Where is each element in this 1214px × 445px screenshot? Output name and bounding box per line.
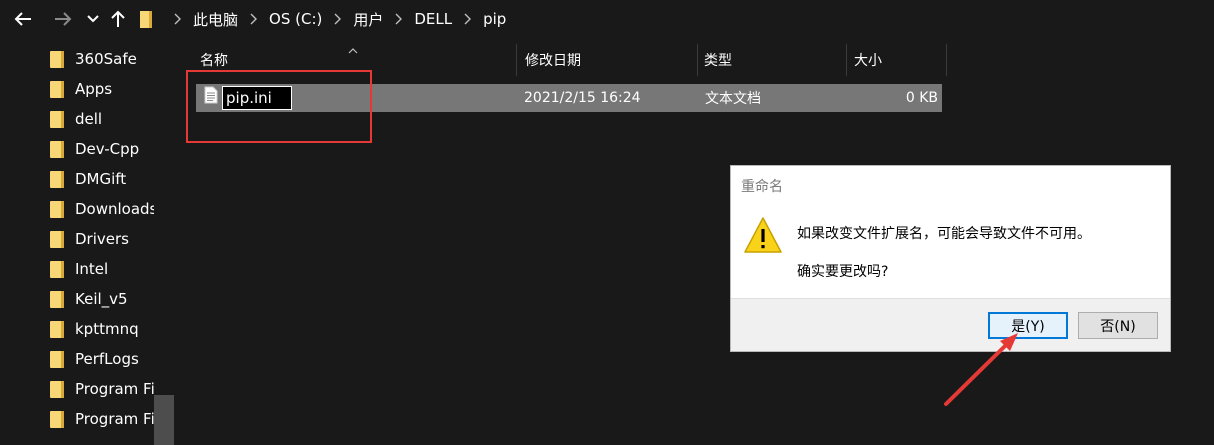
sidebar-item-dmgift[interactable]: DMGift (50, 164, 170, 194)
folder-icon (50, 230, 64, 248)
sidebar-item-dell[interactable]: dell (50, 104, 170, 134)
file-size: 0 KB (905, 90, 938, 106)
sidebar-item-apps[interactable]: Apps (50, 74, 170, 104)
navigation-pane: 360Safe Apps dell Dev-Cpp DMGift Downloa… (0, 38, 174, 445)
chevron-right-icon (464, 13, 472, 25)
chevron-right-icon (334, 13, 342, 25)
breadcrumb-dell[interactable]: DELL (414, 10, 452, 28)
column-header-modified[interactable]: 修改日期 (517, 44, 697, 76)
chevron-right-icon (250, 13, 258, 25)
column-header-type[interactable]: 类型 (696, 44, 846, 76)
column-divider[interactable] (946, 44, 947, 76)
folder-icon (50, 170, 64, 188)
arrow-left-icon (14, 12, 31, 26)
sidebar-item-keil-v5[interactable]: Keil_v5 (50, 284, 170, 314)
sidebar-item-label: Keil_v5 (75, 290, 128, 308)
forward-button[interactable] (50, 6, 76, 32)
sidebar-item-label: Dev-Cpp (75, 140, 140, 158)
recent-locations-button[interactable] (84, 6, 102, 32)
yes-button[interactable]: 是(Y) (988, 312, 1068, 339)
folder-icon (50, 290, 64, 308)
breadcrumb-users[interactable]: 用户 (353, 9, 383, 30)
folder-icon (50, 410, 64, 428)
folder-icon (50, 80, 64, 98)
sidebar-item-label: Drivers (75, 230, 129, 248)
folder-icon (50, 380, 64, 398)
folder-icon (50, 260, 64, 278)
sidebar-item-perflogs[interactable]: PerfLogs (50, 344, 170, 374)
sidebar-item-label: Program Files (x86) (75, 410, 154, 428)
dialog-title: 重命名 (741, 179, 783, 195)
sidebar-item-downloads[interactable]: Downloads (50, 194, 154, 224)
sidebar-item-label: Downloads (75, 200, 154, 218)
sidebar-item-drivers[interactable]: Drivers (50, 224, 170, 254)
file-modified-date: 2021/2/15 16:24 (524, 90, 641, 106)
sidebar-item-label: Apps (75, 80, 113, 98)
navigation-bar: 此电脑 OS (C:) 用户 DELL pip (0, 0, 1214, 38)
dialog-question: 确实要更改吗? (797, 264, 889, 280)
sidebar-item-label: Program Files (75, 380, 154, 398)
breadcrumb-drive[interactable]: OS (C:) (269, 10, 322, 28)
sidebar-item-360safe[interactable]: 360Safe (50, 44, 170, 74)
breadcrumb-this-pc[interactable]: 此电脑 (193, 9, 238, 30)
chevron-down-icon (87, 15, 99, 23)
back-button[interactable] (10, 6, 36, 32)
sidebar-item-program-files[interactable]: Program Files (50, 374, 154, 404)
arrow-up-icon (111, 10, 125, 27)
folder-icon (50, 200, 64, 218)
sidebar-item-label: DMGift (75, 170, 127, 188)
chevron-right-icon (395, 13, 403, 25)
scrollbar-track[interactable] (154, 38, 174, 445)
folder-icon (50, 140, 64, 158)
folder-icon (50, 50, 64, 68)
folder-icon (140, 10, 152, 28)
sidebar-item-label: PerfLogs (75, 350, 139, 368)
file-type: 文本文档 (705, 91, 761, 107)
arrow-right-icon (55, 12, 72, 26)
sidebar-item-intel[interactable]: Intel (50, 254, 170, 284)
sidebar-item-label: kpttmnq (75, 320, 139, 338)
scrollbar-thumb[interactable] (154, 395, 174, 445)
no-button[interactable]: 否(N) (1078, 312, 1158, 339)
dialog-message: 如果改变文件扩展名，可能会导致文件不可用。 (797, 226, 1091, 242)
up-button[interactable] (108, 6, 128, 32)
warning-icon (743, 216, 783, 258)
folder-icon (50, 350, 64, 368)
sidebar-item-dev-cpp[interactable]: Dev-Cpp (50, 134, 170, 164)
sidebar-item-program-files-x86[interactable]: Program Files (x86) (50, 404, 154, 434)
highlight-annotation (186, 70, 372, 143)
chevron-right-icon (174, 13, 181, 25)
sidebar-item-label: 360Safe (75, 50, 137, 68)
folder-icon (50, 110, 64, 128)
sidebar-item-label: Intel (75, 260, 109, 278)
folder-icon (50, 320, 64, 338)
sidebar-item-label: dell (75, 110, 103, 128)
rename-dialog: 重命名 如果改变文件扩展名，可能会导致文件不可用。 确实要更改吗? 是(Y) 否… (730, 165, 1171, 352)
column-header-size[interactable]: 大小 (846, 44, 946, 76)
breadcrumb-pip[interactable]: pip (483, 10, 506, 28)
sidebar-item-kpttmnq[interactable]: kpttmnq (50, 314, 170, 344)
address-bar[interactable]: 此电脑 OS (C:) 用户 DELL pip (134, 3, 1214, 35)
